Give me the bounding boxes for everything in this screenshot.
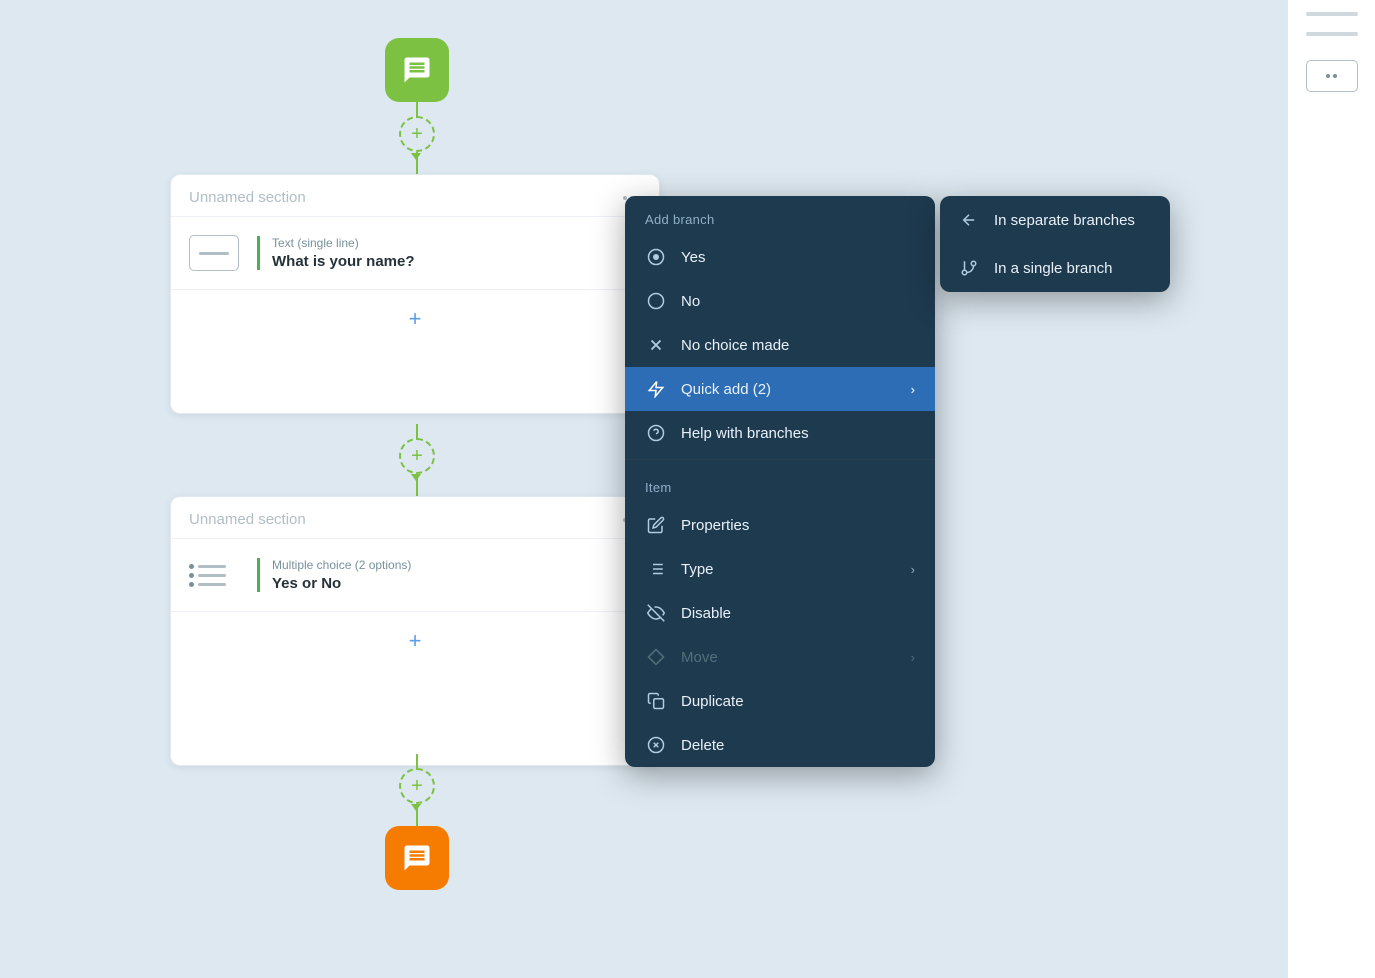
menu-divider-1	[625, 459, 935, 460]
menu-label-no-choice: No choice made	[681, 337, 915, 354]
plus-icon-1: +	[411, 124, 423, 144]
sub-label-single: In a single branch	[994, 260, 1112, 277]
menu-label-quick-add: Quick add (2)	[681, 381, 897, 398]
menu-item-help[interactable]: Help with branches	[625, 411, 935, 455]
menu-label-type: Type	[681, 561, 897, 578]
end-node[interactable]	[385, 826, 449, 890]
start-node[interactable]	[385, 38, 449, 102]
menu-section-item-title: Item	[625, 464, 935, 503]
panel-line-2	[1306, 32, 1358, 36]
menu-item-type[interactable]: Type ›	[625, 547, 935, 591]
question-row-1: Text (single line) What is your name?	[171, 217, 659, 290]
menu-item-properties[interactable]: Properties	[625, 503, 935, 547]
text-input-icon	[189, 235, 239, 271]
sub-menu-item-separate[interactable]: In separate branches	[940, 196, 1170, 244]
menu-item-move: Move ›	[625, 635, 935, 679]
arrow-left-icon	[958, 209, 980, 231]
menu-label-properties: Properties	[681, 517, 915, 534]
menu-label-no: No	[681, 293, 915, 310]
menu-item-quick-add[interactable]: Quick add (2) ›	[625, 367, 935, 411]
question-title-2: Yes or No	[272, 575, 411, 592]
x-circle-icon	[645, 734, 667, 756]
section-name-2: Unnamed section	[189, 511, 306, 528]
arrow-icon-quick-add: ›	[911, 382, 915, 397]
menu-label-delete: Delete	[681, 737, 915, 754]
menu-item-no-choice[interactable]: No choice made	[625, 323, 935, 367]
pencil-icon	[645, 514, 667, 536]
section-card-1: Unnamed section Text (single line) What …	[170, 174, 660, 414]
arrow-3	[411, 804, 421, 811]
section-header-1: Unnamed section	[171, 175, 659, 217]
menu-item-disable[interactable]: Disable	[625, 591, 935, 635]
eye-off-icon	[645, 602, 667, 624]
arrow-icon-type: ›	[911, 562, 915, 577]
add-item-row-2[interactable]: +	[171, 612, 659, 670]
panel-btn-1[interactable]	[1306, 60, 1358, 92]
menu-label-yes: Yes	[681, 249, 915, 266]
arrow-1	[411, 153, 421, 160]
add-btn-2[interactable]: +	[399, 438, 435, 474]
flash-icon	[645, 378, 667, 400]
menu-item-delete[interactable]: Delete	[625, 723, 935, 767]
radio-icon-no	[645, 290, 667, 312]
git-branch-icon	[958, 257, 980, 279]
plus-icon-2: +	[411, 446, 423, 466]
menu-label-disable: Disable	[681, 605, 915, 622]
question-text-2: Multiple choice (2 options) Yes or No	[257, 558, 411, 592]
diamond-icon	[645, 646, 667, 668]
arrow-2	[411, 474, 421, 481]
add-item-row-1[interactable]: +	[171, 290, 659, 348]
menu-item-no[interactable]: No	[625, 279, 935, 323]
mc-icon	[189, 557, 239, 593]
panel-line-1	[1306, 12, 1358, 16]
right-panel	[1287, 0, 1375, 978]
section-name-1: Unnamed section	[189, 189, 306, 206]
add-btn-1[interactable]: +	[399, 116, 435, 152]
x-icon-no-choice	[645, 334, 667, 356]
section-header-2: Unnamed section	[171, 497, 659, 539]
menu-item-duplicate[interactable]: Duplicate	[625, 679, 935, 723]
radio-icon-yes	[645, 246, 667, 268]
sub-menu-item-single[interactable]: In a single branch	[940, 244, 1170, 292]
menu-item-yes[interactable]: Yes	[625, 235, 935, 279]
menu-section-branch-title: Add branch	[625, 196, 935, 235]
sub-menu: In separate branches In a single branch	[940, 196, 1170, 292]
question-title-1: What is your name?	[272, 253, 415, 270]
context-menu: Add branch Yes No No choice made	[625, 196, 935, 767]
plus-icon-3: +	[411, 776, 423, 796]
sub-label-separate: In separate branches	[994, 212, 1135, 229]
question-row-2: Multiple choice (2 options) Yes or No ··…	[171, 539, 659, 612]
section-card-2: Unnamed section Multiple choice (2 optio…	[170, 496, 660, 766]
menu-label-duplicate: Duplicate	[681, 693, 915, 710]
question-text-1: Text (single line) What is your name?	[257, 236, 415, 270]
help-icon	[645, 422, 667, 444]
question-type-1: Text (single line)	[272, 236, 415, 250]
menu-label-help: Help with branches	[681, 425, 915, 442]
question-type-2: Multiple choice (2 options)	[272, 558, 411, 572]
menu-label-move: Move	[681, 649, 897, 666]
copy-icon	[645, 690, 667, 712]
add-btn-3[interactable]: +	[399, 768, 435, 804]
arrow-icon-move: ›	[911, 650, 915, 665]
list-icon	[645, 558, 667, 580]
